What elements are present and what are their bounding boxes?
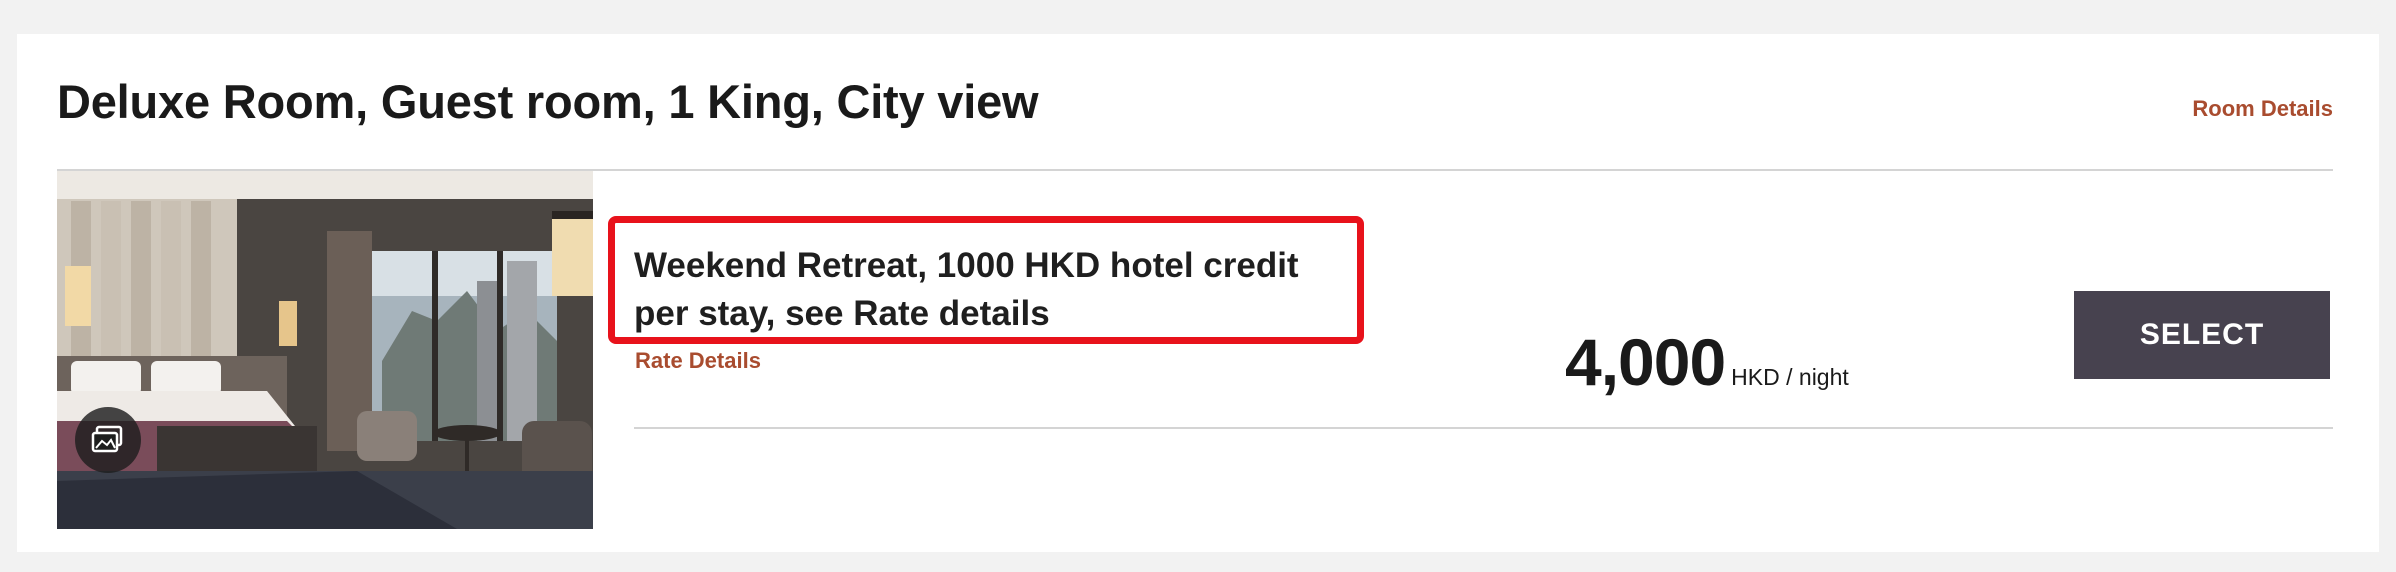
price: 4,000 HKD / night	[1565, 324, 1849, 400]
price-amount: 4,000	[1565, 325, 1726, 399]
gallery-icon	[91, 425, 123, 453]
price-unit: HKD / night	[1731, 364, 1849, 390]
rate-name: Weekend Retreat, 1000 HKD hotel credit p…	[634, 246, 1299, 333]
room-photo-image	[57, 171, 593, 529]
room-photo[interactable]	[57, 171, 593, 529]
gallery-button[interactable]	[75, 407, 141, 473]
room-title: Deluxe Room, Guest room, 1 King, City vi…	[57, 75, 1039, 128]
rate-details-link[interactable]: Rate Details	[635, 348, 761, 374]
select-button[interactable]: SELECT	[2074, 291, 2330, 379]
room-details-link[interactable]: Room Details	[2192, 96, 2333, 122]
divider	[634, 427, 2333, 429]
room-card: Deluxe Room, Guest room, 1 King, City vi…	[17, 34, 2379, 552]
